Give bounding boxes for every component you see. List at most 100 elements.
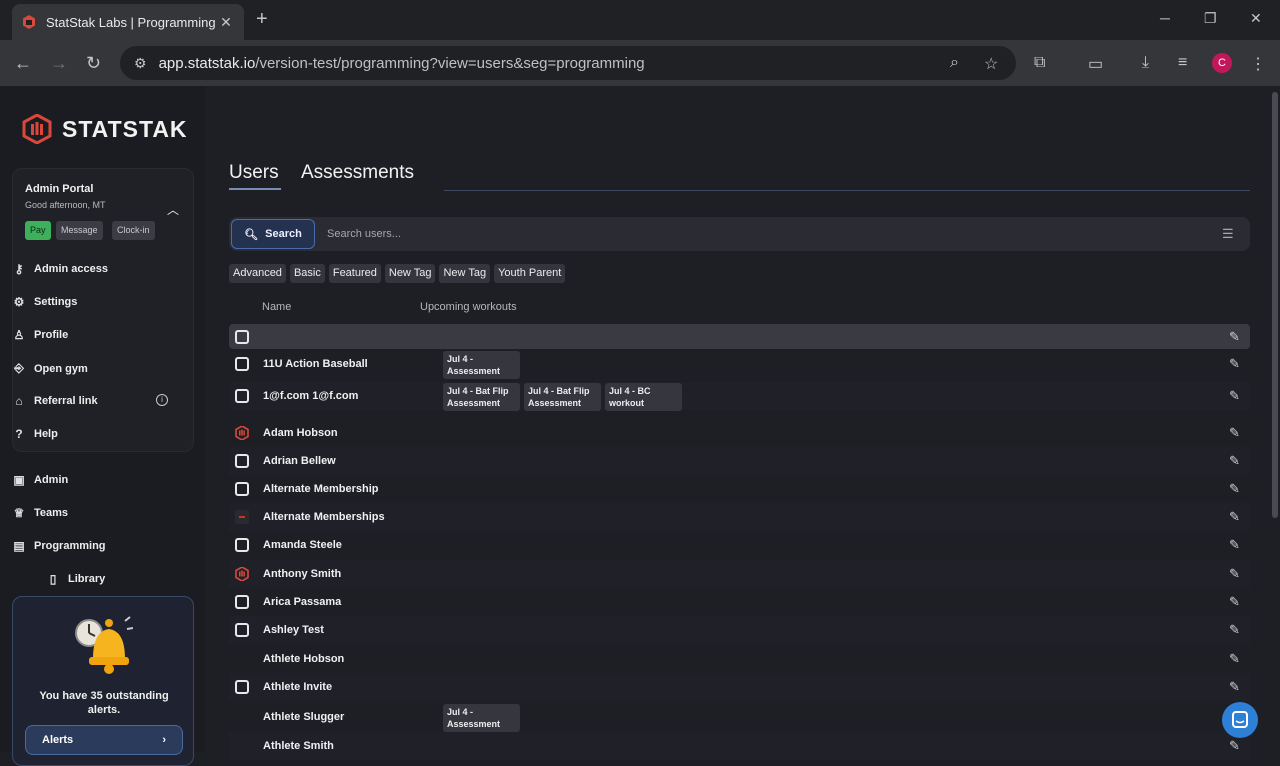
nav-item-programming[interactable]: ▤ Programming xyxy=(12,539,105,553)
info-icon[interactable]: i xyxy=(156,394,168,406)
tag-chip[interactable]: New Tag xyxy=(439,264,491,283)
window-close-icon[interactable]: ✕ xyxy=(1250,10,1262,27)
workout-chip[interactable]: Jul 4 - Assessment xyxy=(443,704,520,732)
table-row[interactable]: Amanda Steele ✎ xyxy=(229,531,1250,559)
nav-item-teams[interactable]: ♕ Teams xyxy=(12,506,68,520)
edit-pencil-icon[interactable]: ✎ xyxy=(1229,566,1240,582)
row-checkbox[interactable] xyxy=(235,330,249,344)
edit-pencil-icon[interactable]: ✎ xyxy=(1229,356,1240,372)
workout-chip[interactable]: Jul 4 - Assessment xyxy=(443,351,520,379)
cast-search-icon[interactable]: ▭ xyxy=(1088,54,1103,74)
user-name[interactable]: Ashley Test xyxy=(263,624,324,636)
zoom-icon[interactable]: ⌕ xyxy=(950,54,959,72)
forward-icon[interactable]: → xyxy=(50,53,68,74)
user-name[interactable]: Adam Hobson xyxy=(263,427,338,439)
user-name[interactable]: Adrian Bellew xyxy=(263,455,336,467)
row-checkbox[interactable] xyxy=(235,357,249,371)
user-name[interactable]: Alternate Membership xyxy=(263,483,379,495)
row-checkbox[interactable] xyxy=(235,482,249,496)
reload-icon[interactable]: ↻ xyxy=(86,53,101,74)
user-name[interactable]: Amanda Steele xyxy=(263,539,342,551)
edit-pencil-icon[interactable]: ✎ xyxy=(1229,481,1240,497)
table-row[interactable]: Athlete SluggerJul 4 - Assessment✎ xyxy=(229,703,1250,732)
restore-icon[interactable]: ❐ xyxy=(1204,10,1217,27)
edit-pencil-icon[interactable]: ✎ xyxy=(1229,679,1240,695)
user-name[interactable]: Athlete Smith xyxy=(263,740,334,752)
user-name[interactable]: Arica Passama xyxy=(263,596,341,608)
new-tab-icon[interactable]: + xyxy=(256,8,268,31)
nav-item-library[interactable]: ▯ Library xyxy=(46,572,106,586)
user-name[interactable]: 11U Action Baseball xyxy=(263,358,368,370)
table-row[interactable]: Athlete Smith ✎ xyxy=(229,732,1250,760)
user-name[interactable]: Athlete Slugger xyxy=(263,711,344,723)
profile-avatar[interactable]: C xyxy=(1212,53,1232,73)
menu-item-profile[interactable]: ♙ Profile xyxy=(12,328,69,342)
clock-in-chip[interactable]: Clock-in xyxy=(112,221,155,240)
search-input[interactable] xyxy=(327,225,1207,243)
browser-tab[interactable]: StatStak Labs | Programming ✕ xyxy=(12,4,244,40)
column-header-name[interactable]: Name xyxy=(262,301,291,313)
site-info-icon[interactable]: ⚙ xyxy=(134,55,147,72)
menu-item-settings[interactable]: ⚙ Settings xyxy=(12,295,78,309)
edit-pencil-icon[interactable]: ✎ xyxy=(1229,453,1240,469)
table-row[interactable]: Alternate Membership ✎ xyxy=(229,475,1250,503)
edit-pencil-icon[interactable]: ✎ xyxy=(1229,537,1240,553)
table-row[interactable]: Athlete Hobson ✎ xyxy=(229,645,1250,673)
pay-chip[interactable]: Pay xyxy=(25,221,51,240)
edit-pencil-icon[interactable]: ✎ xyxy=(1229,388,1240,404)
media-control-icon[interactable]: ≡ xyxy=(1178,54,1187,72)
menu-item-help[interactable]: ? Help xyxy=(12,427,58,441)
address-bar[interactable]: ⚙ app.statstak.io/version-test/programmi… xyxy=(120,46,1016,80)
page-scrollbar[interactable] xyxy=(1272,92,1278,518)
workout-chip[interactable]: Jul 4 - Bat Flip Assessment xyxy=(524,383,601,411)
menu-item-admin-access[interactable]: ⚷ Admin access xyxy=(12,262,108,276)
table-row[interactable]: Arica Passama ✎ xyxy=(229,588,1250,616)
table-row[interactable]: ✎ xyxy=(229,324,1250,349)
row-checkbox[interactable] xyxy=(235,680,249,694)
row-checkbox[interactable] xyxy=(235,389,249,403)
bookmark-star-icon[interactable]: ☆ xyxy=(984,54,998,74)
tag-chip[interactable]: Featured xyxy=(328,264,381,283)
tab-close-icon[interactable]: ✕ xyxy=(218,14,234,31)
message-chip[interactable]: Message xyxy=(56,221,103,240)
edit-pencil-icon[interactable]: ✎ xyxy=(1229,651,1240,667)
search-button[interactable]: 🔍︎ Search xyxy=(231,219,315,249)
table-row[interactable]: 11U Action Baseball Jul 4 - Assessment ✎ xyxy=(229,350,1250,379)
row-checkbox[interactable] xyxy=(235,623,249,637)
download-icon[interactable]: ⤓ xyxy=(1142,54,1149,72)
row-checkbox[interactable] xyxy=(235,595,249,609)
table-row[interactable]: Ashley Test ✎ xyxy=(229,616,1250,644)
alerts-button[interactable]: Alerts › xyxy=(25,725,183,755)
table-row[interactable]: Adrian Bellew ✎ xyxy=(229,447,1250,475)
edit-pencil-icon[interactable]: ✎ xyxy=(1229,594,1240,610)
row-checkbox[interactable] xyxy=(235,454,249,468)
extensions-icon[interactable]: ⧉ xyxy=(1034,54,1045,72)
filter-icon[interactable]: ☰ xyxy=(1222,226,1234,242)
tab-assessments[interactable]: Assessments xyxy=(301,162,414,184)
chat-launcher-button[interactable] xyxy=(1222,702,1258,738)
table-row[interactable]: Alternate Memberships ✎ xyxy=(229,503,1250,531)
user-name[interactable]: Alternate Memberships xyxy=(263,511,385,523)
brand-logo[interactable]: STATSTAK xyxy=(22,114,188,144)
tag-chip[interactable]: Youth Parent xyxy=(494,264,566,283)
menu-kebab-icon[interactable]: ⋮ xyxy=(1250,54,1266,74)
tag-chip[interactable]: Advanced xyxy=(229,264,286,283)
nav-item-admin[interactable]: ▣ Admin xyxy=(12,473,68,487)
table-row[interactable]: Athlete Invite ✎ xyxy=(229,673,1250,701)
row-checkbox[interactable] xyxy=(235,538,249,552)
edit-pencil-icon[interactable]: ✎ xyxy=(1229,425,1240,441)
workout-chip[interactable]: Jul 4 - BC workout xyxy=(605,383,682,411)
edit-pencil-icon[interactable]: ✎ xyxy=(1229,622,1240,638)
back-icon[interactable]: ← xyxy=(14,53,32,74)
tag-chip[interactable]: New Tag xyxy=(384,264,436,283)
chevron-up-icon[interactable]: ︿ xyxy=(167,201,179,218)
tag-chip[interactable]: Basic xyxy=(289,264,325,283)
menu-item-open-gym[interactable]: ⎆ Open gym xyxy=(12,361,88,376)
edit-pencil-icon[interactable]: ✎ xyxy=(1229,329,1240,345)
table-row[interactable]: Adam Hobson ✎ xyxy=(229,419,1250,447)
user-name[interactable]: Anthony Smith xyxy=(263,568,341,580)
tab-users[interactable]: Users xyxy=(229,162,279,184)
table-row[interactable]: Anthony Smith ✎ xyxy=(229,560,1250,588)
menu-item-referral-link[interactable]: ⌂ Referral link xyxy=(12,394,97,408)
workout-chip[interactable]: Jul 4 - Bat Flip Assessment xyxy=(443,383,520,411)
